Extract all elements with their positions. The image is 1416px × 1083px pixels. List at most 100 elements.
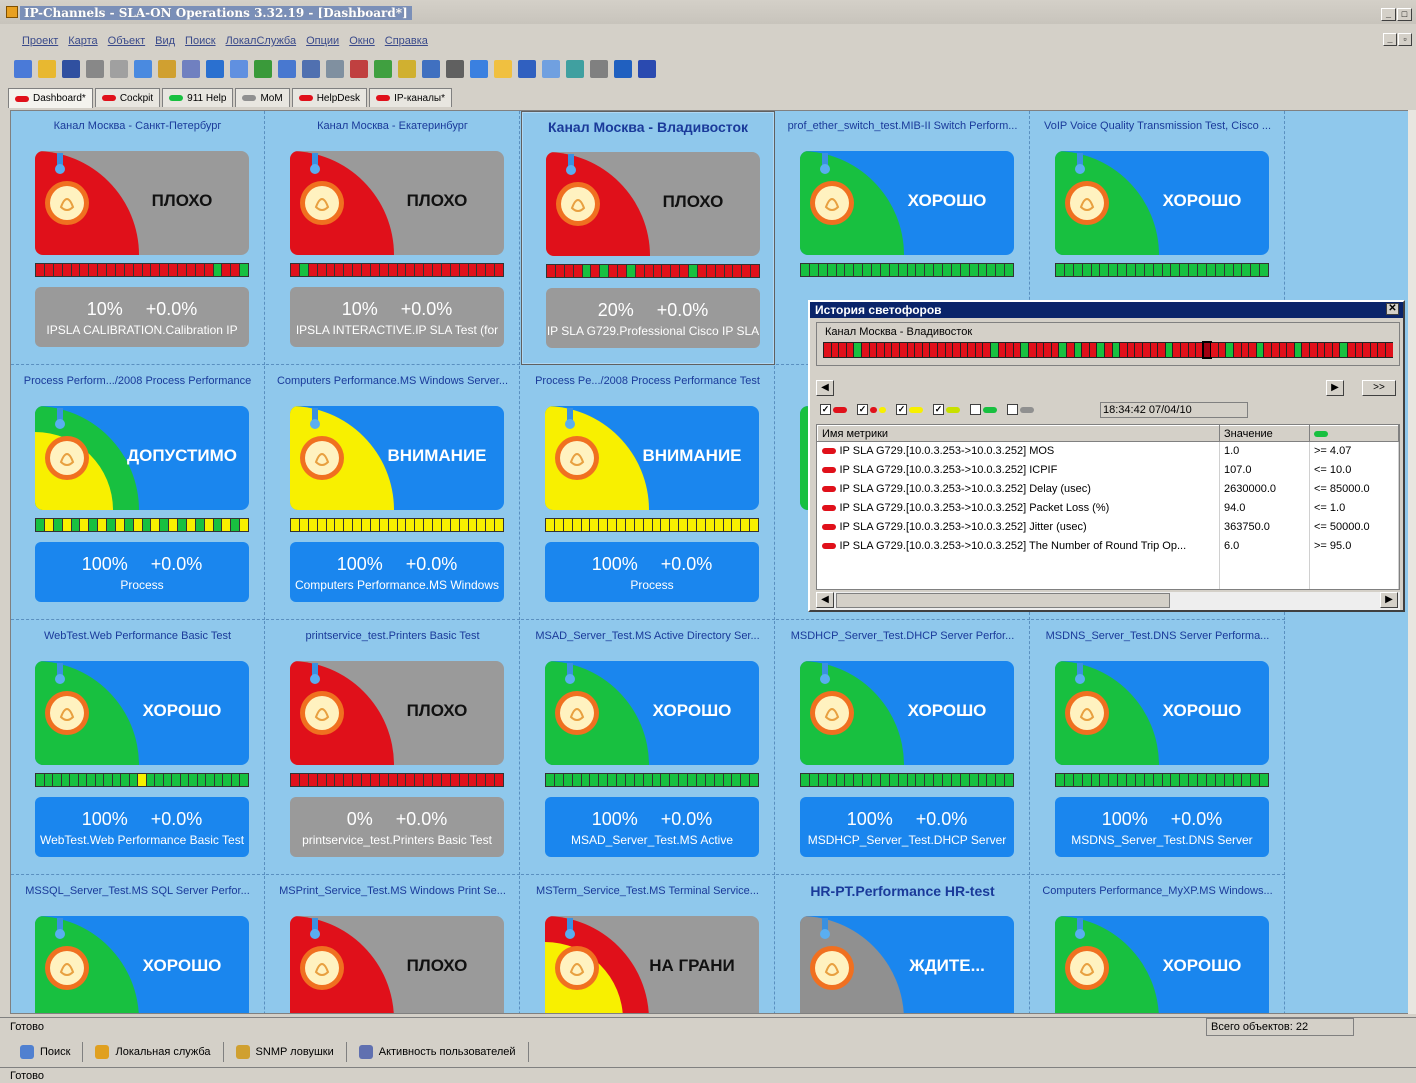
dashboard-cell[interactable]: MSPrint_Service_Test.MS Windows Print Se… [266,876,520,1013]
history-segment-red[interactable] [1158,343,1165,357]
metric-row[interactable]: IP SLA G729.[10.0.3.253->10.0.3.252] ICP… [817,460,1399,480]
tab-1[interactable]: Cockpit [94,88,161,107]
history-segment-red[interactable] [1234,343,1241,357]
dashboard-cell[interactable]: Канал Москва - Санкт-Петербург ПЛОХО 10% +… [11,111,265,365]
menu-item-6[interactable]: Опции [306,35,339,47]
history-segment-red[interactable] [1196,343,1203,357]
toolbar-button-2[interactable] [62,60,80,78]
toolbar-button-11[interactable] [278,60,296,78]
toolbar-button-4[interactable] [110,60,128,78]
history-segment-red[interactable] [892,343,899,357]
tab-4[interactable]: HelpDesk [291,88,368,107]
close-button[interactable]: ✕ [1386,303,1399,315]
history-segment-red[interactable] [861,343,869,357]
history-segment-red[interactable] [1044,343,1051,357]
history-segment-red[interactable] [1201,341,1213,359]
toolbar-button-23[interactable] [566,60,584,78]
dashboard-cell[interactable]: printservice_test.Printers Basic Test ПЛО… [266,621,520,875]
history-segment-red[interactable] [930,343,937,357]
history-segment-red[interactable] [945,343,953,357]
tab-2[interactable]: 911 Help [162,88,234,107]
fast-forward-button[interactable]: >> [1362,380,1396,396]
bottom-tab-1[interactable]: Локальная служба [83,1042,224,1062]
col-threshold[interactable] [1309,425,1399,442]
menu-item-7[interactable]: Окно [349,35,375,47]
dashboard-cell[interactable]: HR-PT.Performance HR-test ЖДИТЕ... [776,876,1030,1013]
history-segment-red[interactable] [937,343,945,357]
menu-item-5[interactable]: ЛокалСлужба [226,35,297,47]
metric-row[interactable]: IP SLA G729.[10.0.3.253->10.0.3.252] Del… [817,479,1399,499]
metric-row[interactable]: IP SLA G729.[10.0.3.253->10.0.3.252] The… [817,536,1399,556]
scroll-thumb[interactable] [836,593,1170,608]
history-segment-red[interactable] [1188,343,1196,357]
history-segment-red[interactable] [1332,343,1340,357]
toolbar-button-19[interactable] [470,60,488,78]
metric-row[interactable]: IP SLA G729.[10.0.3.253->10.0.3.252] Jit… [817,517,1399,537]
toolbar-button-15[interactable] [374,60,392,78]
menu-item-8[interactable]: Справка [385,35,428,47]
history-segment-red[interactable] [877,343,884,357]
history-segment-red[interactable] [1120,343,1127,357]
menu-item-3[interactable]: Вид [155,35,175,47]
toolbar-button-7[interactable] [182,60,200,78]
history-segment-red[interactable] [1378,343,1385,357]
toolbar-button-14[interactable] [350,60,368,78]
bottom-tab-2[interactable]: SNMP ловушки [224,1042,347,1062]
dashboard-cell[interactable]: MSTerm_Service_Test.MS Terminal Service.… [521,876,775,1013]
history-segment-red[interactable] [1036,343,1044,357]
filter-green-yellow[interactable]: ✓ [933,404,960,415]
toolbar-button-3[interactable] [86,60,104,78]
toolbar-button-26[interactable] [638,60,656,78]
toolbar-button-13[interactable] [326,60,344,78]
history-segment-red[interactable] [960,343,968,357]
toolbar-button-17[interactable] [422,60,440,78]
history-segment-red[interactable] [824,343,831,357]
toolbar-button-10[interactable] [254,60,272,78]
history-segment-red[interactable] [998,343,1006,357]
filter-yellow[interactable]: ✓ [896,404,923,415]
dashboard-cell[interactable]: Канал Москва - Владивосток ПЛОХО 20% +0.0%… [521,111,775,365]
history-segment-red[interactable] [899,343,907,357]
history-segment-green[interactable] [1112,343,1120,357]
history-segment-red[interactable] [831,343,839,357]
scroll-right-button[interactable]: ▶ [1326,380,1344,396]
history-segment-green[interactable] [1226,343,1234,357]
history-segment-green[interactable] [1059,343,1066,357]
history-segment-red[interactable] [1082,343,1089,357]
history-segment-red[interactable] [1006,343,1013,357]
toolbar-button-22[interactable] [542,60,560,78]
tab-0[interactable]: Dashboard* [8,88,93,108]
toolbar-button-24[interactable] [590,60,608,78]
bottom-tab-3[interactable]: Активность пользователей [347,1042,529,1062]
history-segment-red[interactable] [1051,343,1059,357]
history-segment-red[interactable] [1302,343,1309,357]
col-metric-name[interactable]: Имя метрики [817,425,1220,442]
history-segment-red[interactable] [1029,343,1036,357]
toolbar-button-25[interactable] [614,60,632,78]
dashboard-cell[interactable]: Process Perform.../2008 Process Performa… [11,366,265,620]
col-value[interactable]: Значение [1219,425,1310,442]
history-segment-red[interactable] [846,343,854,357]
history-bar[interactable] [823,341,1393,359]
toolbar-button-9[interactable] [230,60,248,78]
history-segment-red[interactable] [1355,343,1363,357]
history-segment-red[interactable] [1325,343,1332,357]
toolbar-button-16[interactable] [398,60,416,78]
history-segment-red[interactable] [1211,343,1218,357]
toolbar-button-12[interactable] [302,60,320,78]
menu-item-4[interactable]: Поиск [185,35,215,47]
history-segment-red[interactable] [1013,343,1021,357]
scroll-left-button[interactable]: ◀ [816,380,834,396]
dashboard-cell[interactable]: MSDHCP_Server_Test.DHCP Server Perfor...… [776,621,1030,875]
toolbar-button-21[interactable] [518,60,536,78]
table-horizontal-scroll[interactable]: ◀ ▶ [816,592,1400,610]
history-scroll[interactable]: ◀ ▶ >> [816,380,1400,398]
menu-item-0[interactable]: Проект [22,35,58,47]
table-scroll-left[interactable]: ◀ [816,592,834,608]
history-segment-red[interactable] [884,343,892,357]
history-segment-green[interactable] [1340,343,1347,357]
history-segment-green[interactable] [1074,343,1082,357]
filter-green[interactable] [970,404,997,415]
mdi-minimize-button[interactable]: _ [1383,33,1397,46]
history-segment-green[interactable] [1097,343,1104,357]
